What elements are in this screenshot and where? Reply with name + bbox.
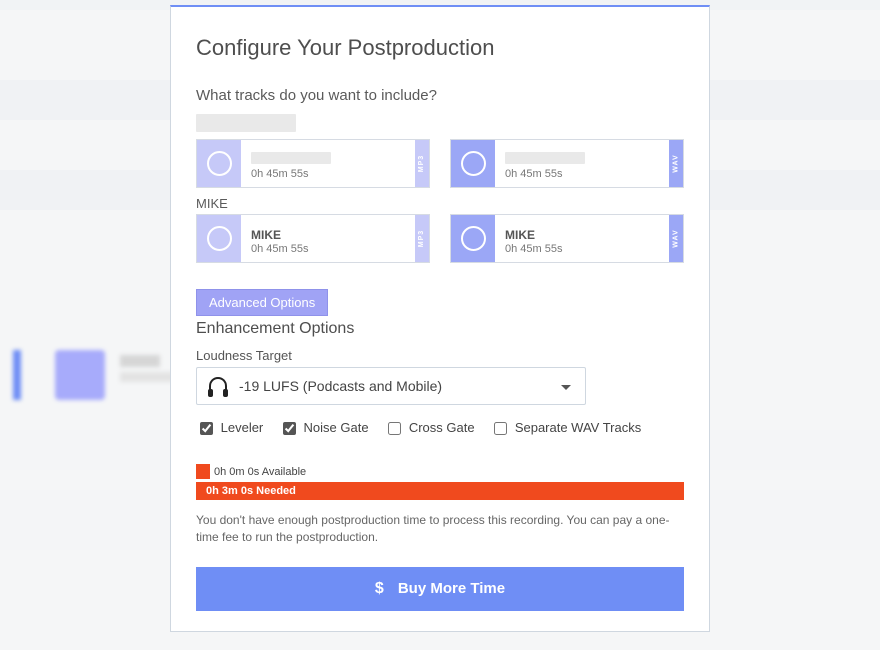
leveler-checkbox-input[interactable] xyxy=(200,422,213,435)
noise-gate-checkbox-input[interactable] xyxy=(283,422,296,435)
track-name-redacted xyxy=(505,152,585,164)
track-format-badge: MP3 xyxy=(415,140,429,187)
track-card-mp3[interactable]: MIKE 0h 45m 55s MP3 xyxy=(196,214,430,263)
track-card-wav[interactable]: 0h 45m 55s WAV xyxy=(450,139,684,188)
track-duration: 0h 45m 55s xyxy=(505,242,661,256)
track-card-wav[interactable]: MIKE 0h 45m 55s WAV xyxy=(450,214,684,263)
track-row: 0h 45m 55s MP3 0h 45m 55s WAV xyxy=(196,139,684,188)
advanced-options-button[interactable]: Advanced Options xyxy=(196,289,328,316)
track-name-redacted xyxy=(251,152,331,164)
loudness-selected-value: -19 LUFS (Podcasts and Mobile) xyxy=(239,378,442,394)
dollar-icon: $ xyxy=(375,580,384,598)
track-format-badge: MP3 xyxy=(415,215,429,262)
page-title: Configure Your Postproduction xyxy=(196,35,684,61)
time-status: 0h 0m 0s Available 0h 3m 0s Needed xyxy=(196,464,684,500)
loudness-target-select[interactable]: -19 LUFS (Podcasts and Mobile) xyxy=(196,367,586,405)
chevron-down-icon xyxy=(561,385,571,390)
track-group-label: MIKE xyxy=(196,196,684,211)
postproduction-config-modal: Configure Your Postproduction What track… xyxy=(170,5,710,632)
track-format-badge: WAV xyxy=(669,215,683,262)
buy-button-label: Buy More Time xyxy=(398,580,505,597)
track-row: MIKE 0h 45m 55s MP3 MIKE 0h 45m 55s WAV xyxy=(196,214,684,263)
cross-gate-checkbox[interactable]: Cross Gate xyxy=(384,420,478,435)
track-name: MIKE xyxy=(251,228,407,242)
track-card-mp3[interactable]: 0h 45m 55s MP3 xyxy=(196,139,430,188)
insufficient-time-warning: You don't have enough postproduction tim… xyxy=(196,512,684,547)
noise-gate-checkbox[interactable]: Noise Gate xyxy=(279,420,372,435)
buy-more-time-button[interactable]: $ Buy More Time xyxy=(196,567,684,611)
enhancement-checkboxes: Leveler Noise Gate Cross Gate Separate W… xyxy=(196,419,684,438)
separate-wav-checkbox[interactable]: Separate WAV Tracks xyxy=(490,420,641,435)
enhancement-heading: Enhancement Options xyxy=(196,320,684,338)
track-duration: 0h 45m 55s xyxy=(251,242,407,256)
track-select-indicator xyxy=(197,140,241,187)
track-select-indicator xyxy=(451,140,495,187)
track-name: MIKE xyxy=(505,228,661,242)
track-select-indicator xyxy=(197,215,241,262)
track-group-label-redacted xyxy=(196,114,296,132)
track-format-badge: WAV xyxy=(669,140,683,187)
headphones-icon xyxy=(207,377,229,395)
track-duration: 0h 45m 55s xyxy=(505,167,661,181)
time-available-bar: 0h 0m 0s Available xyxy=(196,464,684,479)
time-needed-text: 0h 3m 0s Needed xyxy=(206,485,296,497)
time-needed-bar: 0h 3m 0s Needed xyxy=(196,482,684,500)
track-duration: 0h 45m 55s xyxy=(251,167,407,181)
tracks-question: What tracks do you want to include? xyxy=(196,87,684,104)
leveler-checkbox[interactable]: Leveler xyxy=(196,420,267,435)
loudness-label: Loudness Target xyxy=(196,348,684,363)
cross-gate-checkbox-input[interactable] xyxy=(388,422,401,435)
separate-wav-checkbox-input[interactable] xyxy=(494,422,507,435)
time-available-text: 0h 0m 0s Available xyxy=(214,466,306,478)
track-select-indicator xyxy=(451,215,495,262)
